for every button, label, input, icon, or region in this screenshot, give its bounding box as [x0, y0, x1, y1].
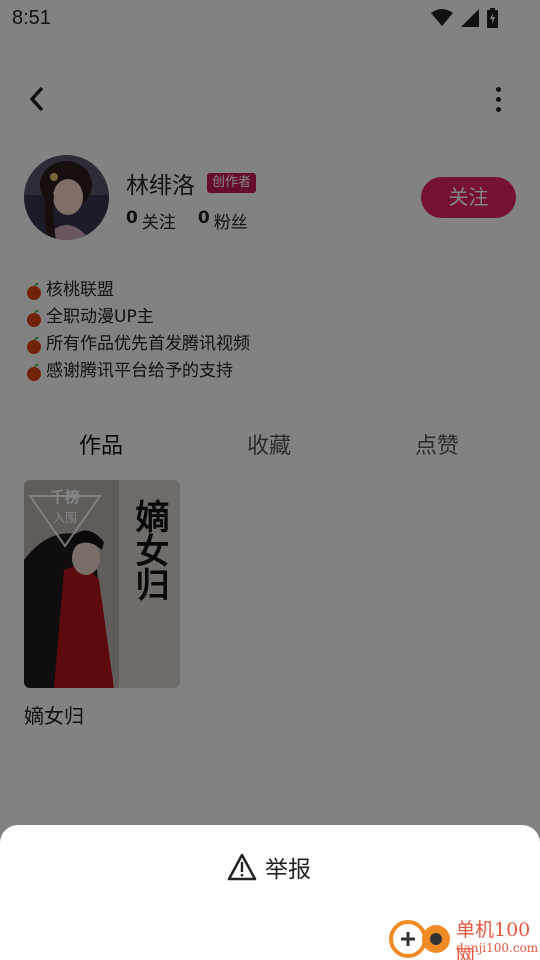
watermark: 单机100网 danji100.com [388, 915, 540, 960]
dim-overlay[interactable] [0, 0, 540, 960]
report-button[interactable]: 举报 [227, 850, 311, 884]
watermark-logo [389, 920, 450, 958]
warning-icon [227, 853, 257, 881]
watermark-en: danji100.com [456, 941, 539, 955]
report-label: 举报 [265, 857, 311, 883]
